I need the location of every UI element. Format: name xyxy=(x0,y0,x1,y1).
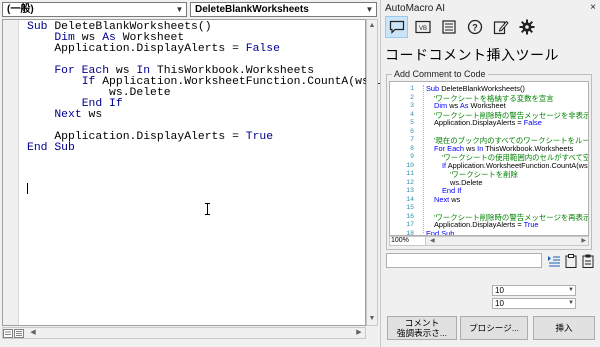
object-combo-value: (一般) xyxy=(7,4,34,15)
indent-icon[interactable] xyxy=(546,253,562,269)
zoom-level[interactable]: 100% xyxy=(390,237,426,245)
list-icon[interactable] xyxy=(437,16,460,38)
preview-code-line[interactable]: End Sub xyxy=(426,229,454,236)
preview-code-line[interactable]: Application.DisplayAlerts = False xyxy=(434,118,542,127)
chevron-down-icon[interactable]: ▼ xyxy=(568,299,574,308)
line-number: 10 xyxy=(406,161,414,169)
indicator-margin[interactable] xyxy=(3,20,19,325)
line-number: 6 xyxy=(410,127,414,135)
scroll-up-icon[interactable]: ▲ xyxy=(367,20,377,32)
copy-icon[interactable] xyxy=(580,253,596,269)
line-number: 7 xyxy=(410,136,414,143)
comment-icon[interactable] xyxy=(385,16,408,38)
insert-button[interactable]: 挿入 xyxy=(533,316,595,340)
procedure-button[interactable]: プロシージ... xyxy=(460,316,528,340)
procedure-combo-value: DeleteBlankWorksheets xyxy=(195,4,309,15)
vertical-scrollbar[interactable]: ▲ ▼ xyxy=(366,19,378,326)
code-preview[interactable]: 1 2 3 4 5 6 7 8 9 10 11 12 13 14 15 16 17 18 Sub DeleteBl… xyxy=(389,81,589,236)
line-number: 1 xyxy=(410,85,414,92)
option-select-1-value: 10 xyxy=(495,286,504,295)
line-number: 4 xyxy=(410,110,414,118)
comment-input[interactable] xyxy=(386,253,542,268)
scroll-down-icon[interactable]: ▼ xyxy=(367,313,377,325)
option-select-2[interactable]: 10 ▼ xyxy=(492,298,576,309)
procedure-combo[interactable]: DeleteBlankWorksheets ▼ xyxy=(190,2,377,17)
panel-title: AutoMacro AI xyxy=(385,3,446,14)
panel-toolbar: VB ? xyxy=(381,16,600,40)
line-number: 16 xyxy=(406,212,414,220)
text-caret xyxy=(27,183,28,194)
line-number: 9 xyxy=(410,153,414,160)
line-number: 11 xyxy=(406,170,414,177)
svg-text:VB: VB xyxy=(418,26,426,32)
chevron-down-icon[interactable]: ▼ xyxy=(568,286,574,295)
view-mode-icon[interactable] xyxy=(3,329,25,338)
paste-icon[interactable] xyxy=(563,253,579,269)
svg-text:?: ? xyxy=(472,23,478,33)
line-number: 14 xyxy=(406,195,414,203)
vba-icon[interactable]: VB xyxy=(411,16,434,38)
chevron-down-icon[interactable]: ▼ xyxy=(364,4,375,15)
edit-icon[interactable] xyxy=(489,16,512,38)
line-number: 17 xyxy=(406,221,414,228)
line-number-gutter: 1 2 3 4 5 6 7 8 9 10 11 12 13 14 15 16 17 18 xyxy=(390,82,420,235)
object-combo[interactable]: (一般) ▼ xyxy=(2,2,187,17)
code-area[interactable]: Sub DeleteBlankWorksheets() Dim ws As Wo… xyxy=(2,19,506,326)
line-number: 3 xyxy=(410,102,414,109)
help-icon[interactable]: ? xyxy=(463,16,486,38)
line-number: 15 xyxy=(406,204,414,211)
horizontal-scrollbar[interactable]: ◀ ▶ xyxy=(2,327,366,339)
ibeam-cursor-icon xyxy=(205,203,210,215)
option-select-2-value: 10 xyxy=(495,299,504,308)
tool-title: コードコメント挿入ツール xyxy=(385,47,559,63)
scroll-right-icon[interactable]: ▶ xyxy=(353,328,365,338)
scroll-left-icon[interactable]: ◀ xyxy=(27,328,39,338)
group-label: Add Comment to Code xyxy=(392,69,488,79)
comment-highlight-button[interactable]: コメント 強調表示さ... xyxy=(387,316,457,340)
preview-code-lines[interactable]: Sub DeleteBlankWorksheets() 'ワークシートを格納する変… xyxy=(422,82,588,236)
line-number: 2 xyxy=(410,93,414,101)
line-number: 12 xyxy=(406,178,414,186)
settings-icon[interactable] xyxy=(515,16,538,38)
preview-horizontal-scrollbar[interactable]: 100% ◀ ▶ xyxy=(389,236,589,246)
indent-guide xyxy=(423,85,424,233)
scroll-left-icon[interactable]: ◀ xyxy=(430,237,435,245)
line-number: 13 xyxy=(406,187,414,194)
option-select-1[interactable]: 10 ▼ xyxy=(492,285,576,296)
code-editor-window: (一般) ▼ DeleteBlankWorksheets ▼ Sub Delet… xyxy=(0,0,506,347)
preview-code-line[interactable]: Next ws xyxy=(434,195,460,204)
close-icon[interactable]: × xyxy=(590,2,596,13)
line-number: 5 xyxy=(410,119,414,126)
chevron-down-icon[interactable]: ▼ xyxy=(174,4,185,15)
scroll-right-icon[interactable]: ▶ xyxy=(581,237,586,245)
line-number: 8 xyxy=(410,144,414,152)
